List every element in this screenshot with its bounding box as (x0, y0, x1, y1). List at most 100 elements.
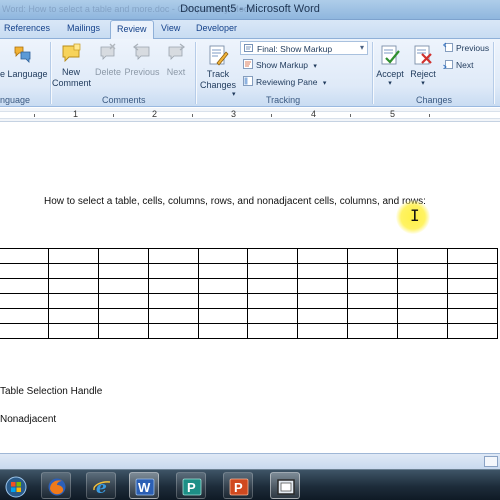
previous-change-label: Previous (456, 43, 490, 53)
next-change-button[interactable]: Next (443, 59, 473, 70)
table-cell[interactable] (297, 308, 349, 324)
table-cell[interactable] (247, 323, 299, 339)
display-for-review-select[interactable]: Final: Show Markup ▾ (240, 41, 368, 55)
table-cell[interactable] (197, 293, 249, 309)
previous-change-button[interactable]: Previous (443, 42, 489, 53)
horizontal-ruler[interactable]: 1 2 3 4 5 (0, 108, 500, 122)
table-cell[interactable] (0, 293, 49, 309)
table-cell[interactable] (47, 278, 99, 294)
new-comment-button[interactable]: New Comment (52, 43, 91, 89)
tab-developer[interactable]: Developer (196, 23, 237, 33)
table-cell[interactable] (197, 263, 249, 279)
table-cell[interactable] (197, 308, 249, 324)
table-cell[interactable] (447, 323, 498, 339)
table-cell[interactable] (97, 323, 149, 339)
table-cell[interactable] (247, 293, 299, 309)
taskbar-internet-explorer[interactable]: e (86, 472, 116, 499)
table-row[interactable] (0, 293, 498, 309)
reviewing-pane-button[interactable]: Reviewing Pane ▾ (243, 76, 326, 87)
table-cell[interactable] (47, 308, 99, 324)
table-cell[interactable] (97, 248, 149, 264)
taskbar-screen-recorder[interactable] (270, 472, 300, 499)
table-cell[interactable] (397, 278, 449, 294)
table-cell[interactable] (0, 278, 49, 294)
table-cell[interactable] (347, 278, 399, 294)
table-cell[interactable] (347, 248, 399, 264)
table-cell[interactable] (97, 308, 149, 324)
document-page[interactable]: How to select a table, cells, columns, r… (0, 123, 500, 453)
taskbar-word[interactable]: W (129, 472, 159, 499)
language-button[interactable]: e Language (0, 43, 48, 79)
table-cell[interactable] (347, 323, 399, 339)
table-cell[interactable] (47, 263, 99, 279)
table-cell[interactable] (147, 293, 199, 309)
table-cell[interactable] (297, 248, 349, 264)
table-cell[interactable] (297, 323, 349, 339)
tab-review[interactable]: Review (110, 20, 154, 40)
track-changes-button[interactable]: Track Changes ▾ (198, 43, 238, 98)
table-cell[interactable] (97, 278, 149, 294)
table-cell[interactable] (197, 248, 249, 264)
reject-caret-icon: ▾ (421, 80, 425, 87)
previous-comment-button[interactable]: Previous (124, 43, 160, 77)
table-cell[interactable] (397, 323, 449, 339)
document-table[interactable] (0, 248, 498, 339)
table-cell[interactable] (297, 278, 349, 294)
table-cell[interactable] (297, 293, 349, 309)
table-cell[interactable] (247, 278, 299, 294)
table-cell[interactable] (147, 248, 199, 264)
view-mode-icon[interactable] (484, 456, 498, 467)
table-cell[interactable] (147, 323, 199, 339)
table-cell[interactable] (397, 293, 449, 309)
reject-button[interactable]: Reject ▾ (408, 43, 438, 87)
tab-references[interactable]: References (4, 23, 50, 33)
table-cell[interactable] (247, 263, 299, 279)
table-cell[interactable] (447, 308, 498, 324)
table-cell[interactable] (447, 278, 498, 294)
tab-view[interactable]: View (161, 23, 180, 33)
table-cell[interactable] (397, 263, 449, 279)
table-cell[interactable] (0, 263, 49, 279)
accept-button[interactable]: Accept ▾ (374, 43, 406, 87)
table-cell[interactable] (97, 263, 149, 279)
table-row[interactable] (0, 263, 498, 279)
title-bar: Word: How to select a table and more.doc… (0, 0, 500, 20)
table-cell[interactable] (197, 323, 249, 339)
taskbar-powerpoint[interactable]: P (223, 472, 253, 499)
table-row[interactable] (0, 323, 498, 339)
taskbar-publisher[interactable]: P (176, 472, 206, 499)
table-cell[interactable] (0, 308, 49, 324)
tab-mailings[interactable]: Mailings (67, 23, 100, 33)
table-cell[interactable] (447, 248, 498, 264)
delete-comment-button[interactable]: Delete (93, 43, 123, 77)
table-cell[interactable] (297, 263, 349, 279)
table-row[interactable] (0, 308, 498, 324)
taskbar-firefox[interactable] (41, 472, 71, 499)
table-cell[interactable] (347, 263, 399, 279)
table-selection-handle-text: Table Selection Handle (0, 386, 103, 397)
table-cell[interactable] (47, 323, 99, 339)
language-label: e Language (0, 69, 48, 79)
table-cell[interactable] (0, 323, 49, 339)
table-cell[interactable] (397, 308, 449, 324)
table-cell[interactable] (447, 293, 498, 309)
table-cell[interactable] (147, 308, 199, 324)
table-cell[interactable] (97, 293, 149, 309)
table-cell[interactable] (147, 278, 199, 294)
table-row[interactable] (0, 278, 498, 294)
table-cell[interactable] (347, 308, 399, 324)
table-cell[interactable] (397, 248, 449, 264)
table-cell[interactable] (197, 278, 249, 294)
table-cell[interactable] (0, 248, 49, 264)
table-cell[interactable] (47, 293, 99, 309)
table-cell[interactable] (347, 293, 399, 309)
table-row[interactable] (0, 248, 498, 264)
table-cell[interactable] (447, 263, 498, 279)
start-button[interactable] (0, 472, 30, 499)
table-cell[interactable] (247, 248, 299, 264)
show-markup-button[interactable]: Show Markup ▾ (243, 59, 317, 70)
next-comment-button[interactable]: Next (163, 43, 189, 77)
table-cell[interactable] (147, 263, 199, 279)
table-cell[interactable] (47, 248, 99, 264)
table-cell[interactable] (247, 308, 299, 324)
